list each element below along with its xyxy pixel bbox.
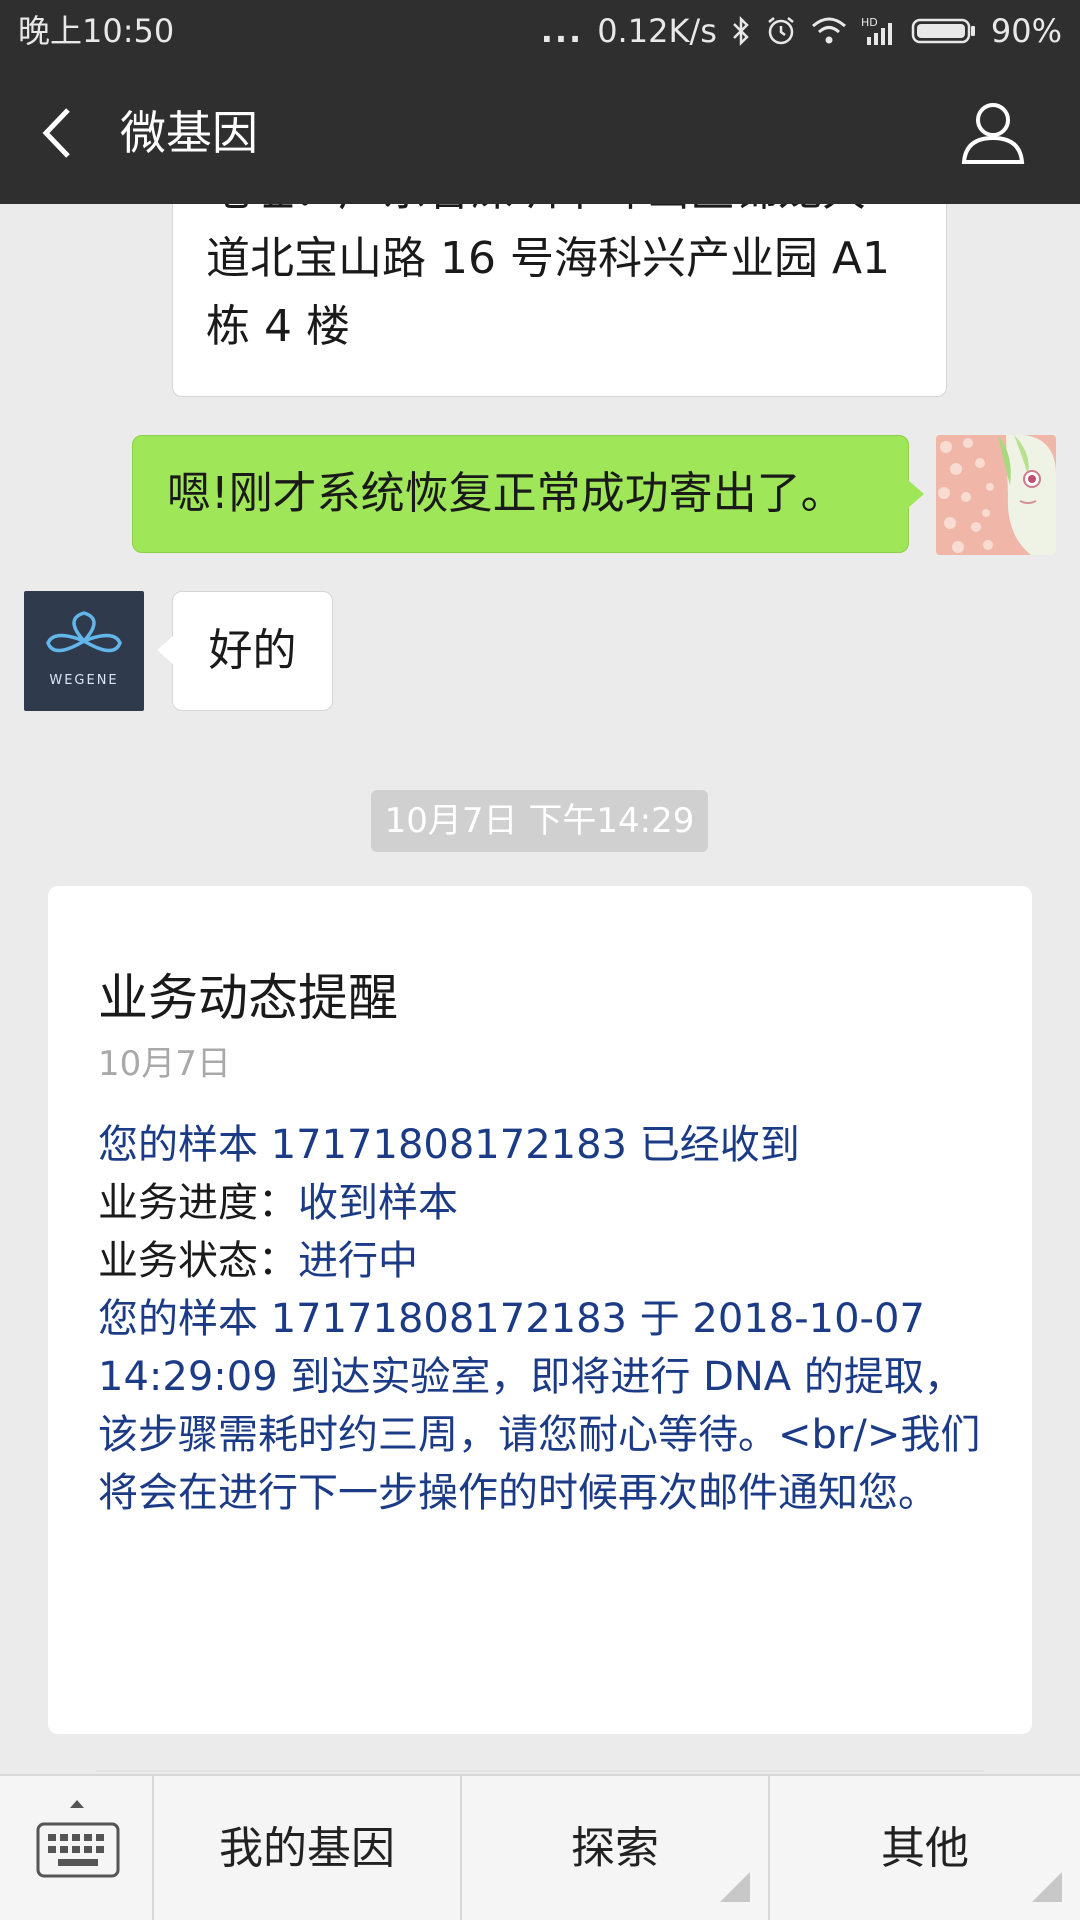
keyboard-toggle-button[interactable] [0, 1776, 154, 1920]
card-body: 您的样本 17171808172183 已经收到 业务进度：收到样本 业务状态：… [98, 1116, 998, 1522]
address-message-bubble[interactable]: 地址：广东省深圳市坪山区锦龙大 道北宝山路 16 号海科兴产业园 A1 栋 4 … [172, 204, 947, 397]
chat-title: 微基因 [120, 106, 258, 160]
keyboard-icon [36, 1800, 120, 1878]
card-detail-text: 您的样本 17171808172183 于 2018-10-07 14:29:0… [98, 1296, 981, 1516]
battery-icon [911, 0, 977, 62]
card-title: 业务动态提醒 [98, 969, 398, 1027]
card-status-row: 业务状态：进行中 [98, 1232, 998, 1290]
my-message-bubble[interactable]: 嗯!刚才系统恢复正常成功寄出了。 [132, 435, 924, 553]
menu-other-label: 其他 [881, 1823, 969, 1874]
my-avatar[interactable] [936, 435, 1056, 555]
back-button[interactable] [36, 102, 84, 164]
wegene-logo-icon [46, 611, 122, 653]
menu-my-genes[interactable]: 我的基因 [154, 1776, 462, 1920]
svg-text:HD: HD [861, 16, 878, 29]
anime-avatar-icon [936, 435, 1056, 555]
wegene-avatar-text: WEGENE [49, 673, 119, 688]
chat-header: 微基因 [0, 62, 1080, 204]
status-dots: ... [540, 12, 584, 50]
menu-my-genes-label: 我的基因 [219, 1823, 395, 1874]
person-icon [961, 103, 1025, 164]
address-line-1: 地址：广东省深圳市坪山区锦龙大 [206, 204, 906, 225]
menu-other[interactable]: 其他 [770, 1776, 1080, 1920]
status-bar: 晚上10:50 ... 0.12K/s HD 90% [0, 0, 1080, 62]
card-line-received: 您的样本 17171808172183 已经收到 [98, 1122, 800, 1168]
status-time: 晚上10:50 [18, 12, 175, 50]
bottom-menu-bar: 我的基因 探索 其他 [0, 1774, 1080, 1920]
status-label: 业务状态： [98, 1238, 298, 1284]
message-timestamp: 10月7日 下午14:29 [371, 790, 708, 852]
card-date: 10月7日 [98, 1044, 231, 1084]
chevron-left-icon [42, 108, 70, 158]
status-value: 进行中 [298, 1238, 418, 1284]
address-line-3: 栋 4 楼 [206, 301, 350, 352]
status-icons: ... 0.12K/s HD 90% [541, 0, 1062, 62]
address-line-2: 道北宝山路 16 号海科兴产业园 A1 [206, 233, 891, 284]
notification-card[interactable]: 业务动态提醒 10月7日 您的样本 17171808172183 已经收到 业务… [48, 886, 1032, 1772]
network-speed: 0.12K/s [597, 12, 717, 50]
wifi-icon [811, 0, 847, 62]
wegene-avatar[interactable]: WEGENE [24, 591, 144, 711]
progress-label: 业务进度： [98, 1180, 298, 1226]
signal-icon: HD [861, 0, 897, 62]
battery-percent: 90% [990, 12, 1062, 50]
bluetooth-icon [731, 0, 751, 62]
profile-button[interactable] [958, 98, 1028, 168]
card-divider [96, 1770, 984, 1772]
chat-area[interactable]: 地址：广东省深圳市坪山区锦龙大 道北宝山路 16 号海科兴产业园 A1 栋 4 … [0, 204, 1080, 1774]
menu-explore[interactable]: 探索 [462, 1776, 770, 1920]
bot-message-bubble[interactable]: 好的 [157, 591, 333, 711]
card-progress-row: 业务进度：收到样本 [98, 1174, 998, 1232]
submenu-indicator-icon [720, 1872, 750, 1902]
menu-explore-label: 探索 [571, 1823, 659, 1874]
progress-value: 收到样本 [298, 1180, 458, 1226]
submenu-indicator-icon [1032, 1872, 1062, 1902]
alarm-icon [765, 0, 797, 62]
